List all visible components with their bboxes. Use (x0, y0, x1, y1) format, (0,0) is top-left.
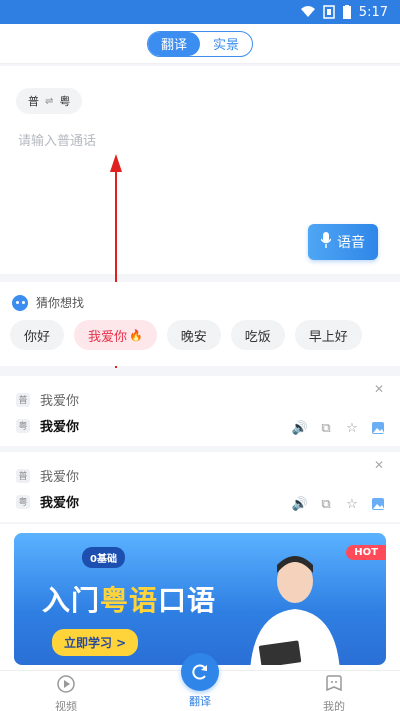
nav-video[interactable]: 视频 (26, 671, 106, 711)
headline-part: 入门 (42, 584, 101, 617)
suggestions-section: 猜你想找 你好 我爱你 🔥 晚安 吃饭 早上好 (0, 282, 400, 366)
suggestion-chip[interactable]: 晚安 (166, 320, 221, 350)
suggestion-chip[interactable]: 吃饭 (230, 320, 285, 350)
nav-label: 我的 (323, 700, 345, 711)
suggestion-chip-label: 我爱你 (88, 329, 128, 345)
header: 翻译 实景 (0, 24, 400, 64)
headline-highlight: 粤语 (100, 584, 159, 617)
target-row: 粤 我爱你 (16, 416, 79, 435)
microphone-icon (320, 232, 332, 252)
source-row: 普 我爱你 (16, 390, 79, 409)
play-icon (57, 675, 75, 696)
tab-scene[interactable]: 实景 (200, 32, 252, 56)
banner-section: 0基础 入门粤语口语 立即学习 > HOT (0, 524, 400, 670)
refresh-icon (181, 653, 219, 691)
language-selector[interactable]: 普 ⇌ 粤 (16, 88, 83, 114)
bottom-nav: 视频 翻译 我的 (0, 653, 400, 711)
target-language: 粤 (59, 95, 71, 108)
translate-input-card: 普 ⇌ 粤 请输入普通话 语音 (0, 66, 400, 274)
nav-label: 翻译 (189, 695, 211, 708)
battery-icon (342, 5, 351, 19)
source-row: 普 我爱你 (16, 466, 79, 485)
source-tag: 普 (16, 392, 30, 407)
promo-banner[interactable]: 0基础 入门粤语口语 立即学习 > HOT (14, 533, 386, 665)
speaker-icon[interactable]: 🔊 (292, 496, 308, 512)
image-icon[interactable] (370, 420, 386, 436)
voice-button[interactable]: 语音 (308, 224, 378, 260)
suggestion-chips: 你好 我爱你 🔥 晚安 吃饭 早上好 (10, 320, 362, 350)
fire-icon: 🔥 (129, 328, 143, 342)
voice-label: 语音 (337, 235, 365, 251)
tab-translate[interactable]: 翻译 (148, 31, 200, 56)
teacher-illustration-icon (250, 556, 340, 665)
close-icon[interactable]: ✕ (374, 382, 384, 396)
source-text: 我爱你 (40, 470, 80, 485)
status-bar: 5:17 (0, 0, 400, 24)
battery-saver-icon (323, 5, 335, 19)
suggestion-chip[interactable]: 早上好 (294, 320, 362, 350)
close-icon[interactable]: ✕ (374, 458, 384, 472)
banner-headline: 入门粤语口语 (42, 579, 216, 619)
status-time: 5:17 (358, 4, 388, 20)
nav-profile[interactable]: 我的 (294, 671, 374, 711)
text-input[interactable]: 请输入普通话 (18, 130, 96, 149)
profile-icon (325, 675, 343, 696)
suggestion-chip[interactable]: 你好 (10, 320, 65, 350)
nav-label: 视频 (55, 700, 77, 711)
card-actions: 🔊 ⧉ ☆ (292, 420, 386, 436)
banner-badge: 0基础 (82, 547, 125, 568)
swap-icon: ⇌ (45, 95, 54, 107)
headline-part: 口语 (158, 584, 217, 617)
wifi-icon (300, 6, 315, 18)
mode-switch: 翻译 实景 (147, 30, 253, 57)
target-text: 我爱你 (40, 420, 80, 435)
robot-icon (12, 294, 28, 311)
source-tag: 普 (16, 468, 30, 483)
speaker-icon[interactable]: 🔊 (292, 420, 308, 436)
nav-translate[interactable]: 翻译 (160, 653, 240, 709)
history-card[interactable]: ✕ 普 我爱你 粤 我爱你 🔊 ⧉ ☆ (0, 376, 400, 446)
star-icon[interactable]: ☆ (344, 420, 360, 436)
copy-icon[interactable]: ⧉ (318, 496, 334, 512)
suggestions-title: 猜你想找 (36, 296, 85, 310)
hot-badge: HOT (346, 545, 386, 560)
target-row: 粤 我爱你 (16, 492, 79, 511)
source-language: 普 (28, 95, 39, 108)
target-tag: 粤 (16, 418, 30, 433)
copy-icon[interactable]: ⧉ (318, 420, 334, 436)
target-tag: 粤 (16, 494, 30, 509)
suggestion-chip-hot[interactable]: 我爱你 🔥 (74, 320, 157, 350)
target-text: 我爱你 (40, 496, 80, 511)
image-icon[interactable] (370, 496, 386, 512)
source-text: 我爱你 (40, 394, 80, 409)
history-card[interactable]: ✕ 普 我爱你 粤 我爱你 🔊 ⧉ ☆ (0, 452, 400, 522)
learn-now-button[interactable]: 立即学习 > (52, 629, 139, 656)
card-actions: 🔊 ⧉ ☆ (292, 496, 386, 512)
suggestions-header: 猜你想找 (12, 294, 84, 311)
star-icon[interactable]: ☆ (344, 496, 360, 512)
